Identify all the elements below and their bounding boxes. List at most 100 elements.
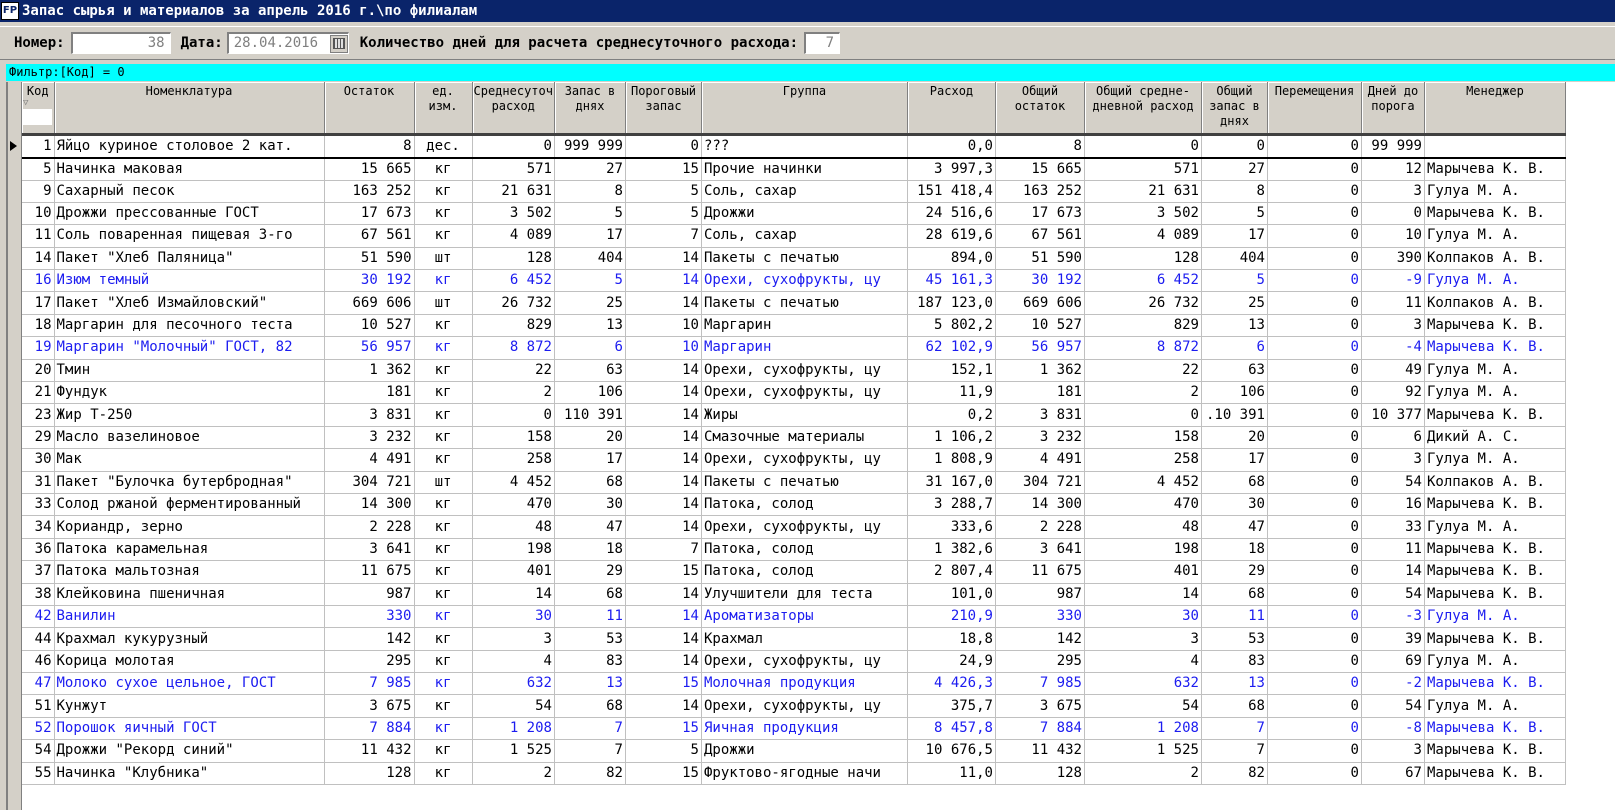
cell-moves[interactable]: 0 xyxy=(1267,471,1362,494)
cell-code[interactable]: 19 xyxy=(22,336,55,360)
cell-code[interactable]: 21 xyxy=(22,381,55,405)
cell-days-stock[interactable]: 5 xyxy=(554,269,626,293)
cell-unit[interactable]: кг xyxy=(414,157,473,181)
cell-name[interactable]: Солод ржаной ферментированный xyxy=(54,493,325,517)
cell-total-stock[interactable]: 67 561 xyxy=(995,224,1085,248)
cell-days-to-threshold[interactable]: 14 xyxy=(1361,560,1425,584)
cell-name[interactable]: Сахарный песок xyxy=(54,180,325,203)
table-row[interactable]: 33 Солод ржаной ферментированный 14 300 кг 4… xyxy=(22,493,1566,517)
cell-days-to-threshold[interactable]: 3 xyxy=(1361,739,1425,763)
cell-total-stock[interactable]: 3 675 xyxy=(995,694,1085,718)
cell-stock[interactable]: 3 232 xyxy=(324,426,415,450)
cell-threshold[interactable]: 10 xyxy=(625,336,702,360)
cell-total-stock[interactable]: 304 721 xyxy=(995,471,1085,494)
cell-name[interactable]: Патока карамельная xyxy=(54,538,325,562)
column-filter-box[interactable] xyxy=(22,109,52,125)
cell-days-stock[interactable]: 29 xyxy=(554,560,626,584)
cell-manager[interactable]: Гулуа М. А. xyxy=(1424,381,1566,405)
cell-unit[interactable]: кг xyxy=(414,762,473,786)
cell-threshold[interactable]: 14 xyxy=(625,650,702,674)
cell-days-stock[interactable]: 13 xyxy=(554,314,626,338)
cell-days-stock[interactable]: 82 xyxy=(554,762,626,786)
cell-unit[interactable]: кг xyxy=(414,739,473,763)
cell-total-stock[interactable]: 128 xyxy=(995,762,1085,786)
cell-total-days[interactable]: 17 xyxy=(1201,224,1268,248)
cell-total-avg[interactable]: 22 xyxy=(1084,359,1202,383)
cell-total-days[interactable]: 25 xyxy=(1201,291,1268,315)
cell-consumption[interactable]: 151 418,4 xyxy=(907,180,996,203)
cell-moves[interactable]: 0 xyxy=(1267,493,1362,517)
cell-group[interactable]: Жиры xyxy=(701,403,908,427)
cell-days-stock[interactable]: 47 xyxy=(554,515,626,539)
cell-threshold[interactable]: 14 xyxy=(625,583,702,606)
cell-stock[interactable]: 30 192 xyxy=(324,269,415,293)
cell-stock[interactable]: 3 831 xyxy=(324,403,415,427)
cell-stock[interactable]: 67 561 xyxy=(324,224,415,248)
table-row[interactable]: 1 Яйцо куриное столовое 2 кат. 8 дес. 0 999 9… xyxy=(22,134,1566,159)
cell-days-stock[interactable]: 63 xyxy=(554,359,626,383)
cell-name[interactable]: Начинка "Клубника" xyxy=(54,762,325,786)
cell-group[interactable]: Смазочные материалы xyxy=(701,426,908,450)
cell-total-stock[interactable]: 142 xyxy=(995,627,1085,651)
cell-total-avg[interactable]: 198 xyxy=(1084,538,1202,562)
cell-name[interactable]: Крахмал кукурузный xyxy=(54,627,325,651)
cell-total-days[interactable]: 82 xyxy=(1201,762,1268,786)
cell-days-stock[interactable]: 110 391 xyxy=(554,403,626,427)
cell-manager[interactable]: Гулуа М. А. xyxy=(1424,224,1566,248)
table-row[interactable]: 14 Пакет "Хлеб Паляница" 51 590 шт 128 404 14 П… xyxy=(22,247,1566,271)
cell-consumption[interactable]: 1 382,6 xyxy=(907,538,996,562)
cell-avg-consumption[interactable]: 14 xyxy=(472,583,555,606)
cell-consumption[interactable]: 31 167,0 xyxy=(907,471,996,494)
cell-days-to-threshold[interactable]: 33 xyxy=(1361,515,1425,539)
cell-days-stock[interactable]: 106 xyxy=(554,381,626,405)
cell-days-to-threshold[interactable]: 16 xyxy=(1361,493,1425,517)
cell-days-to-threshold[interactable]: 11 xyxy=(1361,291,1425,315)
cell-moves[interactable]: 0 xyxy=(1267,762,1362,786)
cell-unit[interactable]: кг xyxy=(414,515,473,539)
cell-manager[interactable]: Гулуа М. А. xyxy=(1424,694,1566,718)
cell-consumption[interactable]: 375,7 xyxy=(907,694,996,718)
cell-name[interactable]: Соль поваренная пищевая 3-го xyxy=(54,224,325,248)
cell-days-to-threshold[interactable]: -3 xyxy=(1361,605,1425,629)
cell-avg-consumption[interactable]: 1 208 xyxy=(472,717,555,741)
table-row[interactable]: 11 Соль поваренная пищевая 3-го 67 561 кг 4 … xyxy=(22,224,1566,248)
cell-total-days[interactable]: 47 xyxy=(1201,515,1268,539)
cell-days-stock[interactable]: 17 xyxy=(554,448,626,472)
cell-total-stock[interactable]: 17 673 xyxy=(995,202,1085,226)
cell-consumption[interactable]: 10 676,5 xyxy=(907,739,996,763)
table-row[interactable]: 5 Начинка маковая 15 665 кг 571 27 15 Прочие на… xyxy=(22,157,1566,181)
cell-moves[interactable]: 0 xyxy=(1267,605,1362,629)
cell-code[interactable]: 46 xyxy=(22,650,55,674)
table-row[interactable]: 21 Фундук 181 кг 2 106 14 Орехи, сухофрукты, цу… xyxy=(22,381,1566,405)
cell-moves[interactable]: 0 xyxy=(1267,134,1362,159)
cell-threshold[interactable]: 14 xyxy=(625,247,702,271)
cell-moves[interactable]: 0 xyxy=(1267,515,1362,539)
cell-moves[interactable]: 0 xyxy=(1267,583,1362,606)
cell-days-to-threshold[interactable]: 12 xyxy=(1361,157,1425,181)
cell-consumption[interactable]: 28 619,6 xyxy=(907,224,996,248)
column-header[interactable]: Общий средне-дневной расход xyxy=(1084,82,1202,136)
cell-name[interactable]: Начинка маковая xyxy=(54,157,325,181)
cell-unit[interactable]: кг xyxy=(414,538,473,562)
cell-days-stock[interactable]: 7 xyxy=(554,739,626,763)
cell-group[interactable]: Маргарин xyxy=(701,336,908,360)
cell-stock[interactable]: 4 491 xyxy=(324,448,415,472)
cell-threshold[interactable]: 15 xyxy=(625,717,702,741)
cell-unit[interactable]: кг xyxy=(414,583,473,606)
cell-stock[interactable]: 14 300 xyxy=(324,493,415,517)
cell-group[interactable]: Патока, солод xyxy=(701,538,908,562)
cell-consumption[interactable]: 187 123,0 xyxy=(907,291,996,315)
column-header[interactable]: Остаток xyxy=(324,82,415,136)
cell-total-days[interactable]: 404 xyxy=(1201,247,1268,271)
cell-stock[interactable]: 3 675 xyxy=(324,694,415,718)
cell-moves[interactable]: 0 xyxy=(1267,269,1362,293)
cell-manager[interactable]: Колпаков А. В. xyxy=(1424,471,1566,494)
cell-name[interactable]: Изюм темный xyxy=(54,269,325,293)
cell-code[interactable]: 55 xyxy=(22,762,55,786)
cell-avg-consumption[interactable]: 21 631 xyxy=(472,180,555,203)
cell-total-avg[interactable]: 2 xyxy=(1084,381,1202,405)
cell-group[interactable]: Улучшители для теста xyxy=(701,583,908,606)
cell-days-to-threshold[interactable]: 39 xyxy=(1361,627,1425,651)
data-grid[interactable]: Код ▽ Номенклатура Остаток ед. изм. Среднесут… xyxy=(6,82,1615,810)
cell-group[interactable]: Фруктово-ягодные начи xyxy=(701,762,908,786)
